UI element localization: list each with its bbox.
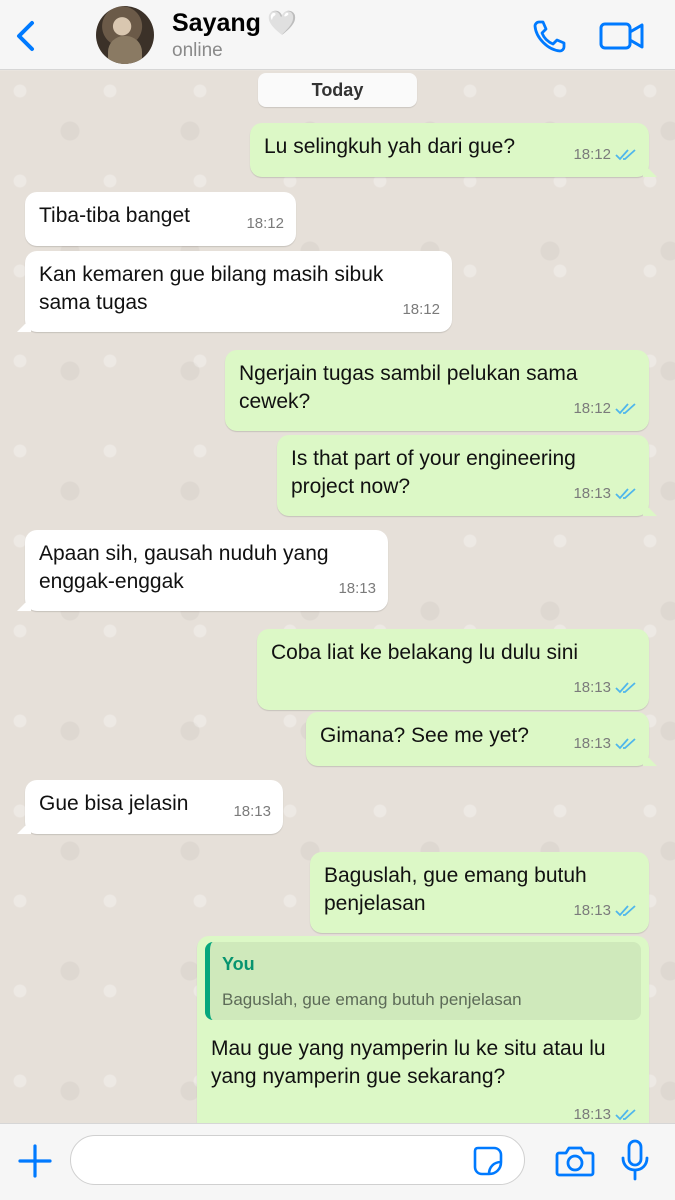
message-input[interactable] xyxy=(70,1135,525,1185)
message-meta: 18:13 xyxy=(573,674,637,702)
message-time: 18:13 xyxy=(233,803,271,820)
message-bubble-outgoing[interactable]: Is that part of your engineering project… xyxy=(277,435,657,516)
message-bubble-incoming[interactable]: Tiba-tiba banget 18:12 xyxy=(25,192,296,246)
message-bubble-outgoing-reply[interactable]: You Baguslah, gue emang butuh penjelasan… xyxy=(197,936,649,1123)
message-time: 18:12 xyxy=(402,301,440,318)
message-time: 18:13 xyxy=(338,580,376,597)
message-bubble-outgoing[interactable]: Lu selingkuh yah dari gue? 18:12 xyxy=(250,123,657,177)
contact-name[interactable]: Sayang 🤍 xyxy=(172,9,297,38)
message-time: 18:13 xyxy=(573,735,611,752)
message-text: Apaan sih, gausah nuduh yang enggak-engg… xyxy=(39,542,329,593)
voice-call-button[interactable] xyxy=(530,16,570,56)
message-meta: 18:12 xyxy=(402,296,440,324)
message-bubble-incoming[interactable]: Apaan sih, gausah nuduh yang enggak-engg… xyxy=(17,530,388,611)
contact-status: online xyxy=(172,40,223,61)
message-bubble-incoming[interactable]: Gue bisa jelasin 18:13 xyxy=(17,780,283,834)
video-camera-icon xyxy=(599,22,644,50)
sticker-icon xyxy=(473,1146,503,1176)
video-call-button[interactable] xyxy=(598,18,646,54)
message-meta: 18:12 xyxy=(573,395,637,423)
message-meta: 18:13 xyxy=(573,730,637,758)
message-time: 18:12 xyxy=(573,400,611,417)
phone-icon xyxy=(533,20,566,53)
message-bubble-outgoing[interactable]: Coba liat ke belakang lu dulu sini 18:13 xyxy=(257,629,649,710)
message-bubble-incoming[interactable]: Kan kemaren gue bilang masih sibuk sama … xyxy=(17,251,452,332)
double-check-icon xyxy=(615,149,636,161)
chat-header: Sayang 🤍 online xyxy=(0,0,675,70)
bubble-tail xyxy=(17,597,31,611)
chevron-left-icon xyxy=(17,21,34,51)
quote-author: You xyxy=(222,954,255,974)
double-check-icon xyxy=(615,738,636,750)
message-text: Kan kemaren gue bilang masih sibuk sama … xyxy=(39,263,384,314)
message-bubble-outgoing[interactable]: Ngerjain tugas sambil pelukan sama cewek… xyxy=(225,350,649,431)
message-meta: 18:13 xyxy=(573,1102,637,1123)
back-button[interactable] xyxy=(12,18,40,54)
chat-area[interactable]: Today Lu selingkuh yah dari gue? 18:12 T… xyxy=(0,71,675,1123)
avatar[interactable] xyxy=(96,6,154,64)
message-bubble-outgoing[interactable]: Baguslah, gue emang butuh penjelasan 18:… xyxy=(310,852,649,933)
message-text: Coba liat ke belakang lu dulu sini xyxy=(271,641,579,664)
input-bar xyxy=(0,1123,675,1200)
bubble-tail xyxy=(643,502,657,516)
message-time: 18:13 xyxy=(573,1106,611,1123)
message-meta: 18:13 xyxy=(573,480,637,508)
message-time: 18:13 xyxy=(573,485,611,502)
message-time: 18:12 xyxy=(573,146,611,163)
bubble-tail xyxy=(643,163,657,177)
message-time: 18:12 xyxy=(246,215,284,232)
message-meta: 18:13 xyxy=(338,575,376,603)
double-check-icon xyxy=(615,403,636,415)
heart-emoji: 🤍 xyxy=(266,10,297,37)
message-time: 18:13 xyxy=(573,902,611,919)
bubble-tail xyxy=(17,820,31,834)
message-meta: 18:13 xyxy=(573,897,637,925)
quote-text: Baguslah, gue emang butuh penjelasan xyxy=(222,990,522,1009)
message-bubble-outgoing[interactable]: Gimana? See me yet? 18:13 xyxy=(306,712,657,766)
bubble-tail xyxy=(643,752,657,766)
message-meta: 18:13 xyxy=(233,798,271,826)
plus-icon xyxy=(18,1144,52,1178)
attach-button[interactable] xyxy=(16,1142,54,1180)
double-check-icon xyxy=(615,682,636,694)
camera-icon xyxy=(555,1146,595,1177)
microphone-button[interactable] xyxy=(620,1138,650,1182)
double-check-icon xyxy=(615,905,636,917)
double-check-icon xyxy=(615,488,636,500)
date-separator: Today xyxy=(258,73,417,107)
camera-button[interactable] xyxy=(555,1143,595,1179)
message-meta: 18:12 xyxy=(573,141,637,169)
microphone-icon xyxy=(621,1139,649,1181)
contact-name-label: Sayang xyxy=(172,9,261,37)
double-check-icon xyxy=(615,1109,636,1121)
sticker-button[interactable] xyxy=(472,1145,504,1177)
message-text: Mau gue yang nyamperin lu ke situ atau l… xyxy=(211,1037,606,1088)
message-meta: 18:12 xyxy=(246,210,284,238)
quoted-message[interactable]: You Baguslah, gue emang butuh penjelasan xyxy=(205,942,641,1020)
message-time: 18:13 xyxy=(573,679,611,696)
bubble-tail xyxy=(17,318,31,332)
